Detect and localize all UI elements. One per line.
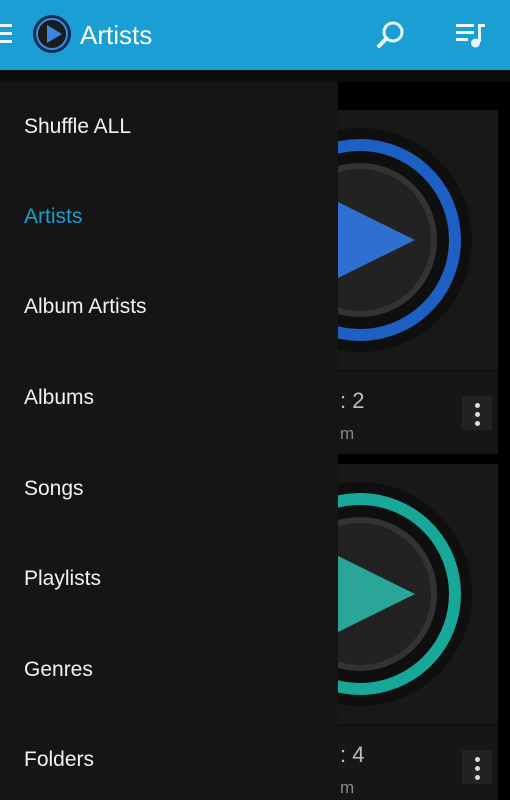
drawer-item-shuffle-all[interactable]: Shuffle ALL: [0, 82, 338, 172]
search-icon[interactable]: [374, 18, 408, 52]
drawer-item-album-artists[interactable]: Album Artists: [0, 262, 338, 352]
drawer-item-genres[interactable]: Genres: [0, 625, 338, 715]
artist-count: : 2: [340, 388, 365, 413]
drawer-item-songs[interactable]: Songs: [0, 444, 338, 534]
more-options-icon[interactable]: [462, 396, 492, 430]
app-bar: Artists: [0, 0, 510, 70]
drawer-item-artists[interactable]: Artists: [0, 172, 338, 262]
drawer-item-label: Album Artists: [24, 295, 147, 318]
drawer-item-label: Playlists: [24, 567, 102, 590]
queue-music-icon[interactable]: [452, 18, 488, 52]
drawer-top-shadow: [0, 70, 510, 82]
drawer-item-label: Artists: [24, 205, 83, 228]
drawer-item-folders[interactable]: Folders: [0, 715, 338, 800]
drawer-item-playlists[interactable]: Playlists: [0, 534, 338, 624]
drawer-item-label: Genres: [24, 658, 93, 681]
drawer-item-albums[interactable]: Albums: [0, 353, 338, 443]
navigation-drawer: Shuffle ALL Artists Album Artists Albums…: [0, 82, 338, 800]
artist-subtitle: m: [340, 778, 355, 797]
play-logo-icon: [33, 15, 71, 53]
drawer-item-label: Folders: [24, 748, 95, 771]
artist-subtitle: m: [340, 424, 355, 443]
more-options-icon[interactable]: [462, 750, 492, 784]
drawer-item-label: Shuffle ALL: [24, 115, 132, 138]
page-title: Artists: [80, 20, 153, 50]
drawer-item-label: Songs: [24, 477, 84, 500]
hamburger-icon[interactable]: [0, 24, 16, 44]
drawer-item-label: Albums: [24, 386, 95, 409]
artist-count: : 4: [340, 742, 365, 767]
